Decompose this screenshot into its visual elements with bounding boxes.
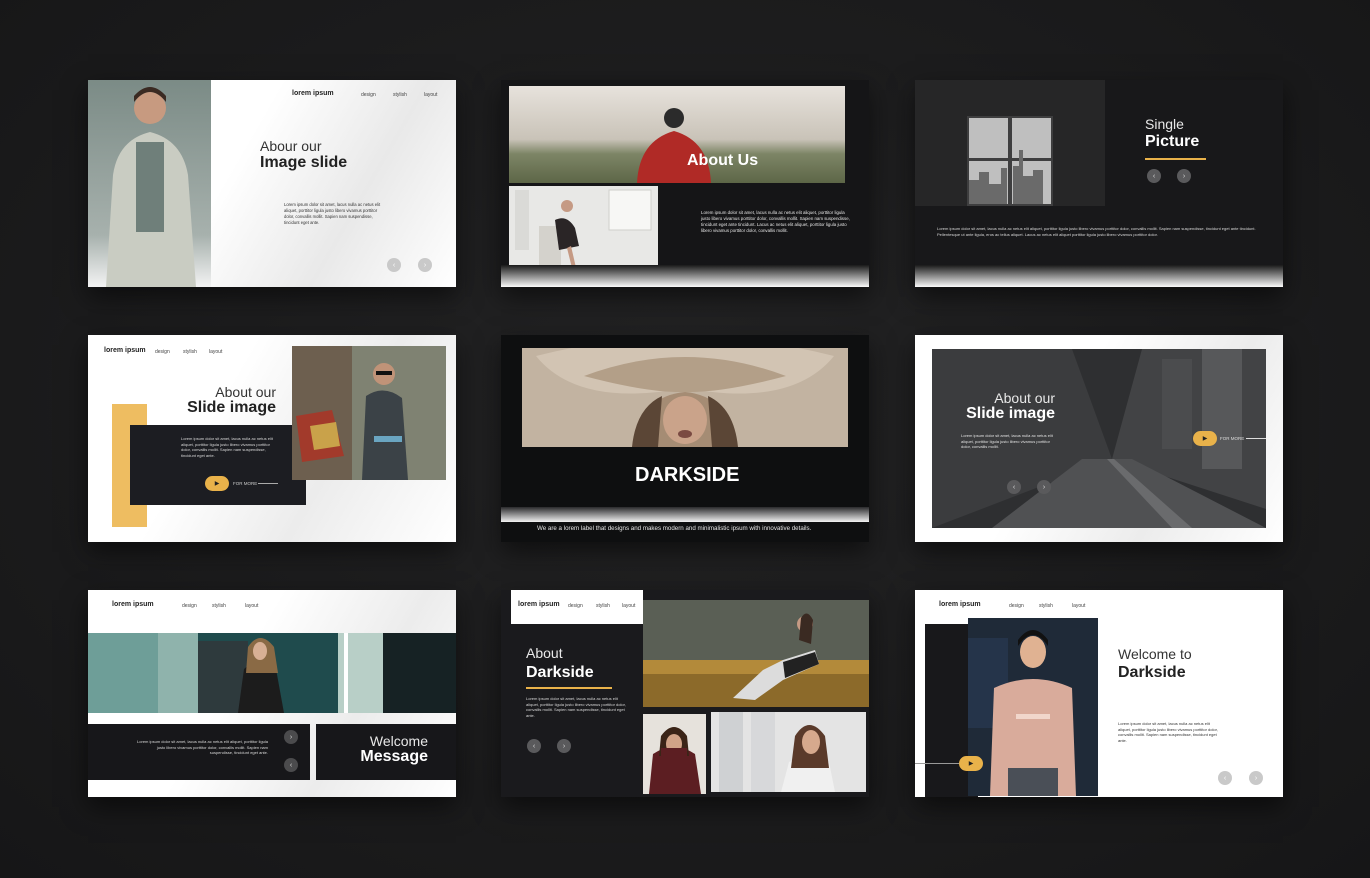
body-text: Lorem ipsum dolor sit amet, lacus nulla …	[137, 739, 268, 756]
title-light: Single	[1145, 116, 1184, 132]
man-chair-photo	[292, 346, 446, 480]
woman-chair-photo	[509, 186, 658, 276]
slide-city-slide-image[interactable]: About our Slide image Lorem ipsum dolor …	[915, 335, 1283, 542]
nav-item-layout[interactable]: layout	[245, 603, 258, 609]
title-underline	[1145, 158, 1206, 160]
title-bold: Picture	[1145, 133, 1200, 150]
man-portrait-photo	[88, 80, 211, 287]
nav-item-layout[interactable]: layout	[209, 349, 222, 355]
bottom-fade	[915, 265, 1283, 287]
nav-item-stylish[interactable]: stylish	[393, 92, 407, 98]
slides-showcase: lorem ipsum design stylish layout Abour …	[0, 0, 1370, 878]
body-text: Lorem ipsum dolor sit amet, lacus nulla …	[284, 202, 381, 225]
down-button[interactable]: ‹	[284, 758, 298, 772]
for-more-label[interactable]: FOR MORE	[233, 481, 257, 486]
title-light: About our	[994, 390, 1055, 406]
nav-item-design[interactable]: design	[1009, 603, 1024, 609]
body-text: Lorem ipsum dolor sit amet, lacus nulla …	[526, 696, 626, 718]
prev-button[interactable]: ‹	[1218, 771, 1232, 785]
slide-about-us[interactable]: About Us Lorem ipsum dolor sit amet, lac…	[501, 80, 869, 287]
nav-item-design[interactable]: design	[568, 603, 583, 609]
prev-button[interactable]: ‹	[527, 739, 541, 753]
nav-item-stylish[interactable]: stylish	[1039, 603, 1053, 609]
woman-portrait-photo	[711, 712, 866, 792]
title-light: About	[526, 645, 563, 661]
play-line	[915, 763, 961, 764]
bottom-fade	[501, 265, 869, 287]
tagline-band	[501, 507, 869, 522]
slide-darkside-cover[interactable]: DARKSIDE We are a lorem label that desig…	[501, 335, 869, 542]
single-body-text: Lorem ipsum dolor sit amet, lacus nulla …	[937, 226, 1256, 237]
slide-image-slide[interactable]: lorem ipsum design stylish layout Abour …	[88, 80, 456, 287]
woman-street-photo	[88, 633, 456, 713]
darkside-title: DARKSIDE	[635, 464, 740, 486]
about-body-text: Lorem ipsum dolor sit amet, lacus nulla …	[701, 210, 850, 233]
nav-item-stylish[interactable]: stylish	[212, 603, 226, 609]
prev-button[interactable]: ‹	[1147, 169, 1161, 183]
nav-item-stylish[interactable]: stylish	[183, 349, 197, 355]
title-underline	[526, 687, 612, 689]
slide-welcome-darkside[interactable]: lorem ipsum design stylish layout Welcom…	[915, 590, 1283, 797]
nav-item-stylish[interactable]: stylish	[596, 603, 610, 609]
title-bold: Slide image	[187, 399, 276, 416]
slide-welcome-message[interactable]: lorem ipsum design stylish layout Lorem …	[88, 590, 456, 797]
title-bold: Image slide	[260, 154, 348, 171]
nav-item-layout[interactable]: layout	[424, 92, 437, 98]
play-button[interactable]: ▶	[959, 756, 983, 771]
body-text: Lorem ipsum dolor sit amet, lacus nulla …	[961, 433, 1053, 450]
next-button[interactable]: ›	[1249, 771, 1263, 785]
logo-text: lorem ipsum	[292, 90, 334, 97]
for-more-line	[258, 483, 278, 484]
tagline-text: We are a lorem label that designs and ma…	[537, 525, 812, 532]
title-bold: Darkside	[1118, 664, 1186, 681]
nav-item-design[interactable]: design	[361, 92, 376, 98]
woman-sweater-photo	[643, 714, 706, 794]
foggy-field-photo	[509, 86, 845, 183]
play-button[interactable]: ▶	[205, 476, 229, 491]
window-city-photo	[915, 80, 1105, 206]
slide-single-picture[interactable]: Single Picture ‹ › Lorem ipsum dolor sit…	[915, 80, 1283, 287]
title-bold: Darkside	[526, 664, 594, 681]
slide-about-slide-image[interactable]: lorem ipsum design stylish layout About …	[88, 335, 456, 542]
logo-text: lorem ipsum	[112, 601, 154, 608]
title-light: Welcome	[369, 733, 428, 749]
nav-item-layout[interactable]: layout	[1072, 603, 1085, 609]
logo-text: lorem ipsum	[939, 601, 981, 608]
man-tshirt-photo	[968, 618, 1098, 796]
nav-item-layout[interactable]: layout	[622, 603, 635, 609]
prev-button[interactable]: ‹	[1007, 480, 1021, 494]
play-button[interactable]: ▶	[1193, 431, 1217, 446]
next-button[interactable]: ›	[1037, 480, 1051, 494]
title-bold: Slide image	[966, 405, 1055, 422]
nav-item-design[interactable]: design	[182, 603, 197, 609]
logo-text: lorem ipsum	[518, 601, 560, 608]
about-us-title: About Us	[687, 152, 759, 169]
next-button[interactable]: ›	[1177, 169, 1191, 183]
next-button[interactable]: ›	[418, 258, 432, 272]
title-bold: Message	[360, 748, 428, 765]
woman-hat-photo	[522, 348, 848, 447]
nav-item-design[interactable]: design	[155, 349, 170, 355]
title-light: About our	[215, 384, 276, 400]
up-button[interactable]: ›	[284, 730, 298, 744]
for-more-line	[1246, 438, 1266, 439]
for-more-label[interactable]: FOR MORE	[1220, 436, 1244, 441]
body-text: Lorem ipsum dolor sit amet, lacus nulla …	[1118, 721, 1218, 743]
logo-text: lorem ipsum	[104, 347, 146, 354]
title-light: Welcome to	[1118, 646, 1192, 662]
woman-sitting-photo	[643, 600, 869, 707]
next-button[interactable]: ›	[557, 739, 571, 753]
slide-about-darkside[interactable]: lorem ipsum design stylish layout About …	[501, 590, 869, 797]
prev-button[interactable]: ‹	[387, 258, 401, 272]
body-text: Lorem ipsum dolor sit amet, lacus nulla …	[181, 436, 273, 458]
title-light: Abour our	[260, 138, 322, 154]
